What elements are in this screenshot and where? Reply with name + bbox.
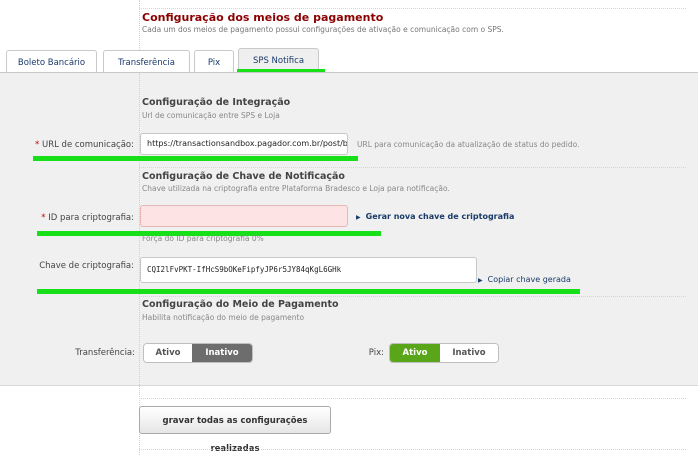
highlight-mark: [33, 156, 358, 161]
key-label: Chave de criptografia:: [39, 261, 134, 271]
id-label: * ID para criptografia:: [0, 213, 134, 223]
payment-section-title: Configuração do Meio de Pagamento: [142, 299, 339, 310]
required-mark: *: [41, 213, 46, 223]
save-all-button[interactable]: gravar todas as configurações realizadas: [139, 406, 331, 454]
section-dash: [139, 296, 686, 297]
pix-toggle: Ativo Inativo: [389, 343, 499, 363]
strength-text: Força do ID para criptografia 0%: [142, 234, 264, 243]
key-section-subtitle: Chave utilizada na criptografia entre Pl…: [142, 184, 450, 193]
pix-label: Pix:: [368, 348, 384, 358]
tab-boleto-bancario[interactable]: Boleto Bancário: [6, 50, 97, 72]
copy-key-text: Copiar chave gerada: [487, 275, 571, 284]
page-subtitle: Cada um dos meios de pagamento possui co…: [142, 25, 504, 34]
integration-title: Configuração de Integração: [142, 97, 291, 108]
required-mark: *: [35, 140, 40, 150]
highlight-mark: [37, 289, 580, 294]
pix-inativo-button[interactable]: Inativo: [440, 344, 498, 362]
top-dash: [139, 8, 686, 9]
pix-ativo-button[interactable]: Ativo: [390, 344, 440, 362]
transfer-toggle: Ativo Inativo: [143, 343, 253, 363]
tab-pix[interactable]: Pix: [194, 50, 234, 72]
transfer-inativo-button[interactable]: Inativo: [192, 344, 252, 362]
copy-key-link[interactable]: ▶ Copiar chave gerada: [478, 275, 571, 284]
url-label: * URL de comunicação:: [0, 140, 134, 150]
id-label-text: ID para criptografia:: [48, 213, 134, 223]
settings-panel: Configuração de Integração Url de comuni…: [0, 72, 698, 386]
bottom-dash: [139, 449, 686, 450]
tab-transferencia[interactable]: Transferência: [103, 50, 190, 72]
footer-dash: [139, 398, 686, 399]
section-dash: [139, 167, 686, 168]
integration-subtitle: Url de comunicação entre SPS e Loja: [142, 111, 280, 120]
generate-key-link[interactable]: ▶ Gerar nova chave de criptografia: [356, 212, 514, 221]
id-input[interactable]: [140, 205, 348, 227]
payment-section-subtitle: Habilita notificação do meio de pagament…: [142, 313, 305, 322]
panel-divider: [139, 73, 140, 385]
page-title: Configuração dos meios de pagamento: [142, 11, 384, 24]
transfer-label: Transferência:: [75, 348, 135, 358]
url-input[interactable]: https://transactionsandbox.pagador.com.b…: [140, 133, 348, 155]
url-hint: URL para comunicação da atualização de s…: [357, 140, 580, 149]
triangle-right-icon: ▶: [356, 214, 361, 221]
key-input[interactable]: CQI2lFvPKT-IfHcS9bOKeFipfyJP6r5JY84qKgL6…: [140, 257, 477, 283]
generate-key-text: Gerar nova chave de criptografia: [365, 212, 515, 221]
key-section-title: Configuração de Chave de Notificação: [142, 171, 345, 182]
triangle-right-icon: ▶: [478, 277, 483, 284]
url-label-text: URL de comunicação:: [41, 140, 134, 150]
transfer-ativo-button[interactable]: Ativo: [144, 344, 192, 362]
